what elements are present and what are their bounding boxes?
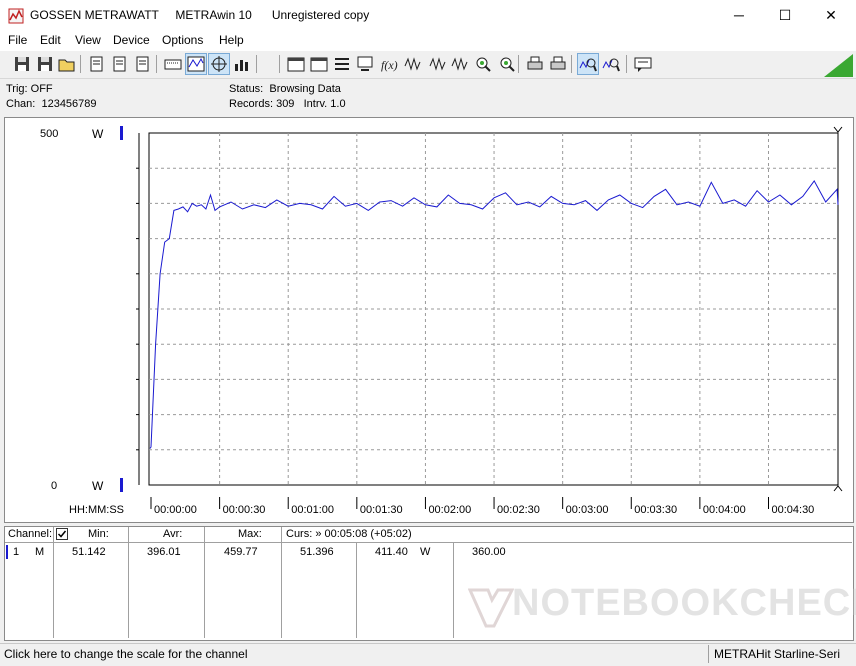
watermark-logo-icon	[468, 588, 514, 628]
x-tick-label: 00:02:30	[497, 504, 540, 516]
row-cursor-1: 51.396	[300, 546, 334, 558]
y-unit-bottom: W	[92, 479, 104, 493]
scope-icon[interactable]	[185, 53, 207, 75]
zoom-wave-icon[interactable]	[577, 53, 599, 75]
toolbar-separator	[256, 55, 257, 73]
header-channel: Channel:	[8, 528, 53, 540]
zoom-wave-icon[interactable]	[601, 54, 621, 74]
maximize-button[interactable]: ☐	[762, 0, 808, 31]
window-title: GOSSEN METRAWATT METRAwin 10 Unregistere…	[30, 8, 370, 22]
y-top-label: 500	[40, 128, 58, 140]
zoom-icon[interactable]	[497, 54, 517, 74]
window-icon[interactable]	[286, 54, 306, 74]
y-unit-top: W	[92, 127, 104, 141]
row-max: 459.77	[224, 546, 258, 558]
x-tick-label: 00:03:00	[566, 504, 609, 516]
close-button[interactable]: ✕	[808, 0, 854, 31]
menu-view[interactable]: View	[75, 33, 101, 47]
channel-checkbox[interactable]	[56, 528, 68, 540]
save-icon[interactable]	[12, 54, 32, 74]
x-tick-label: 00:01:00	[291, 504, 334, 516]
header-max: Max:	[238, 528, 262, 540]
row-unit: W	[420, 546, 431, 558]
trig-status: Trig: OFF	[6, 83, 53, 95]
col-divider	[53, 527, 54, 638]
x-tick-label: 00:00:30	[223, 504, 266, 516]
power-chart[interactable]: 00:00:00 00:00:30 00:01:00 00:01:30 00:02:00…	[4, 117, 852, 521]
browse-status: Status: Browsing Data	[229, 83, 341, 95]
row-cursor-2: 411.40	[375, 546, 408, 558]
cursor-arrow-bottom	[833, 485, 843, 492]
channel-color-marker	[6, 545, 8, 559]
wave-icon[interactable]	[450, 54, 470, 74]
col-divider	[128, 527, 129, 638]
toolbar-separator	[279, 55, 280, 73]
toolbar-separator	[626, 55, 627, 73]
table-header-row	[5, 527, 851, 543]
page-icon[interactable]	[110, 54, 130, 74]
x-tick-label: 00:01:30	[360, 504, 403, 516]
status-area	[0, 79, 856, 115]
window-icon[interactable]	[309, 54, 329, 74]
statusbar-hint[interactable]: Click here to change the scale for the c…	[4, 647, 247, 661]
menu-file[interactable]: File	[8, 33, 27, 47]
list-icon[interactable]	[332, 54, 352, 74]
row-avr: 396.01	[147, 546, 181, 558]
x-tick-label: 00:03:30	[634, 504, 677, 516]
print-setup-icon[interactable]	[87, 54, 107, 74]
header-cursor: Curs: » 00:05:08 (+05:02)	[286, 528, 412, 540]
row-divider	[281, 542, 852, 543]
zoom-icon[interactable]	[473, 54, 493, 74]
print-icon[interactable]	[525, 54, 545, 74]
bar-icon[interactable]	[232, 54, 252, 74]
wave-icon[interactable]	[403, 54, 423, 74]
printer-icon[interactable]	[548, 54, 568, 74]
menu-device[interactable]: Device	[113, 33, 150, 47]
page-icon[interactable]	[133, 54, 153, 74]
open-folder-icon[interactable]	[57, 54, 77, 74]
x-tick-label: 00:04:30	[771, 504, 814, 516]
chan-status: Chan: 123456789	[6, 98, 97, 110]
svg-text:f(x): f(x)	[381, 58, 398, 72]
keyboard-icon[interactable]	[163, 54, 183, 74]
x-tick-label: 00:02:00	[428, 504, 471, 516]
y-bottom-label: 0	[51, 480, 57, 492]
toolbar-separator	[156, 55, 157, 73]
statusbar-divider	[708, 645, 709, 663]
scale-marker-bottom[interactable]	[120, 478, 123, 492]
save-as-icon[interactable]	[35, 54, 55, 74]
signal-triangle-icon	[824, 54, 853, 77]
col-divider	[356, 543, 357, 638]
wave-icon[interactable]	[428, 54, 448, 74]
cursor-arrow-top	[833, 126, 843, 133]
function-icon[interactable]: f(x)	[378, 54, 398, 74]
watermark-text: NOTEBOOKCHECK	[512, 582, 856, 624]
menu-options[interactable]: Options	[162, 33, 203, 47]
row-chan-mode: M	[35, 546, 45, 558]
statusbar-device: METRAHit Starline-Seri	[714, 647, 841, 661]
records-status: Records: 309 Intrv. 1.0	[229, 98, 346, 110]
menu-edit[interactable]: Edit	[40, 33, 61, 47]
col-divider	[453, 543, 454, 638]
row-extra: 360.00	[472, 546, 506, 558]
crosshair-icon[interactable]	[208, 53, 230, 75]
row-chan-num: 1	[13, 546, 20, 558]
col-divider	[204, 527, 205, 638]
comment-icon[interactable]	[633, 54, 653, 74]
header-avr: Avr:	[163, 528, 183, 540]
col-divider	[281, 527, 282, 638]
computer-icon[interactable]	[355, 54, 375, 74]
menu-help[interactable]: Help	[219, 33, 244, 47]
app-icon[interactable]	[8, 8, 24, 24]
toolbar-separator	[518, 55, 519, 73]
row-min: 51.142	[72, 546, 106, 558]
x-tick-label: 00:00:00	[154, 504, 197, 516]
x-axis-label: HH:MM:SS	[69, 504, 124, 516]
toolbar-separator	[571, 55, 572, 73]
x-tick-label: 00:04:00	[703, 504, 746, 516]
minimize-button[interactable]: ─	[716, 0, 762, 31]
toolbar-separator	[80, 55, 81, 73]
header-min: Min:	[88, 528, 109, 540]
scale-marker-top[interactable]	[120, 126, 123, 140]
